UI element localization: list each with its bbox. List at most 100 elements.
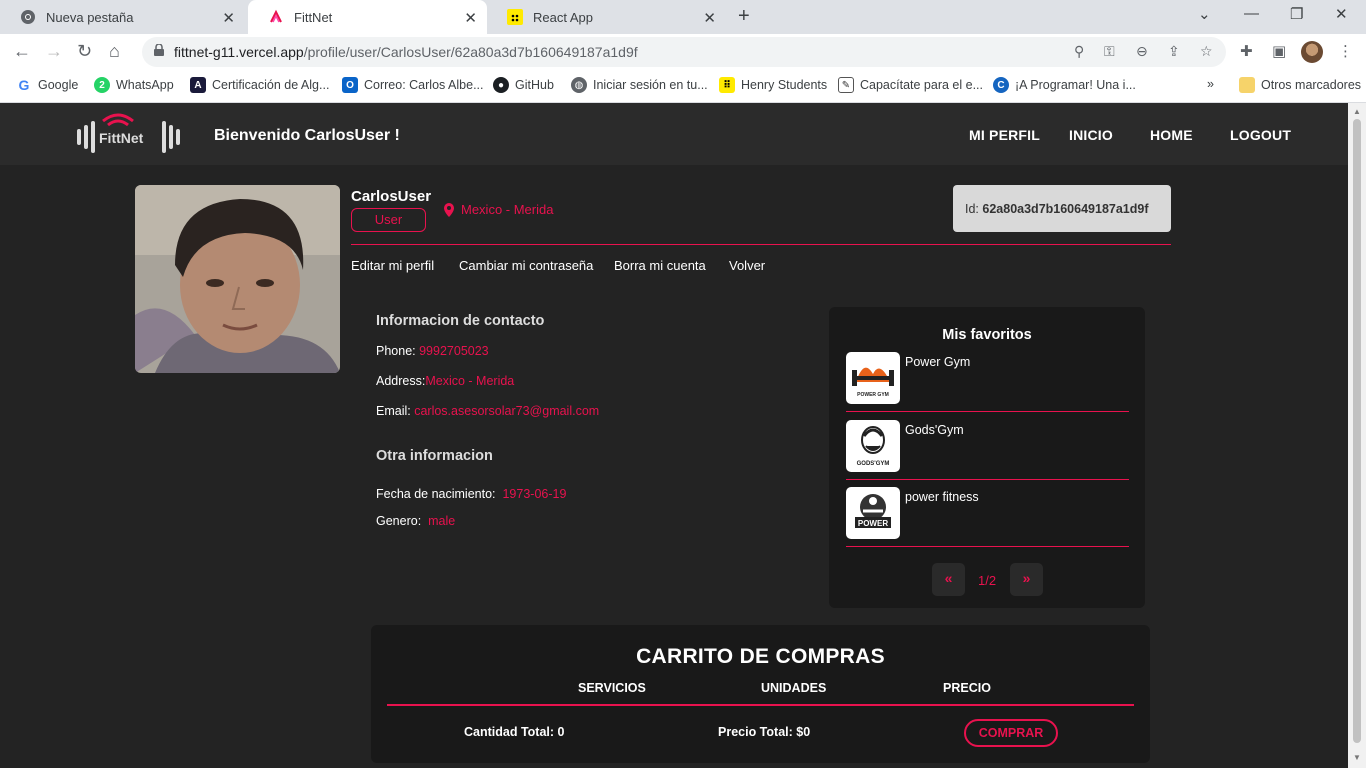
cart-col-precio: PRECIO: [943, 681, 991, 695]
favorite-item[interactable]: GODS'GYM Gods'Gym: [846, 420, 1129, 480]
c-icon: C: [993, 77, 1009, 93]
close-window-icon[interactable]: ✕: [1335, 5, 1348, 23]
gender-label: Genero:: [376, 514, 422, 528]
fittnet-logo[interactable]: FittNet: [75, 109, 185, 159]
globe-icon: ◍: [571, 77, 587, 93]
prev-page-button[interactable]: «: [932, 563, 965, 596]
gods-gym-logo: GODS'GYM: [846, 420, 900, 472]
url-path: /profile/user/CarlosUser/62a80a3d7b16064…: [303, 44, 638, 60]
favorite-name: power fitness: [905, 490, 979, 504]
cart-title: CARRITO DE COMPRAS: [636, 645, 885, 668]
power-fitness-logo: POWER: [846, 487, 900, 539]
favorite-item[interactable]: POWER GYM Power Gym: [846, 352, 1129, 412]
scroll-down-icon[interactable]: ▼: [1353, 753, 1361, 762]
favorites-panel: Mis favoritos POWER GYM Power Gym GODS'G…: [829, 307, 1145, 608]
address-value: Mexico - Merida: [425, 374, 515, 388]
phone-value: 9992705023: [419, 344, 489, 358]
reload-icon[interactable]: ↻: [77, 41, 92, 62]
minimize-icon[interactable]: —: [1244, 5, 1259, 22]
profile-photo: [135, 185, 340, 373]
back-icon[interactable]: ←: [13, 41, 31, 62]
bookmarks-bar: G Google 2 WhatsApp A Certificación de Alg.…: [0, 70, 1366, 103]
google-icon: G: [18, 77, 30, 93]
bookmark-github[interactable]: ● GitHub: [493, 77, 554, 93]
scrollbar-thumb[interactable]: [1353, 119, 1361, 743]
bookmark-correo[interactable]: O Correo: Carlos Albe...: [342, 77, 484, 93]
bookmark-a-programar[interactable]: C ¡A Programar! Una i...: [993, 77, 1136, 93]
profile-avatar-icon[interactable]: [1301, 41, 1323, 63]
bookmark-label: ¡A Programar! Una i...: [1015, 78, 1136, 92]
close-tab-icon[interactable]: ✕: [703, 9, 716, 27]
id-label: Id:: [965, 202, 979, 216]
bookmark-iniciar-sesion[interactable]: ◍ Iniciar sesión en tu...: [571, 77, 708, 93]
phone-row: Phone: 9992705023: [376, 344, 489, 358]
profile-location: Mexico - Merida: [444, 202, 553, 217]
email-label: Email:: [376, 404, 411, 418]
nav-logout[interactable]: LOGOUT: [1230, 127, 1291, 143]
address-label: Address:: [376, 374, 426, 388]
side-panel-icon[interactable]: ▣: [1272, 42, 1286, 60]
browser-toolbar: ← → ↻ ⌂ fittnet-g11.vercel.app/profile/u…: [0, 34, 1366, 70]
phone-label: Phone:: [376, 344, 416, 358]
edit-profile-link[interactable]: Editar mi perfil: [351, 258, 434, 273]
delete-account-link[interactable]: Borra mi cuenta: [614, 258, 706, 273]
url-text: fittnet-g11.vercel.app/profile/user/Carl…: [174, 44, 638, 60]
bookmark-label: Iniciar sesión en tu...: [593, 78, 708, 92]
scroll-up-icon[interactable]: ▲: [1353, 107, 1361, 116]
email-value: carlos.asesorsolar73@gmail.com: [414, 404, 600, 418]
fittnet-icon: [268, 9, 284, 25]
menu-icon[interactable]: ⋮: [1338, 42, 1353, 60]
star-icon[interactable]: ☆: [1200, 43, 1213, 60]
extensions-icon[interactable]: ✚: [1240, 42, 1253, 60]
bookmark-capacitate[interactable]: ✎ Capacítate para el e...: [838, 77, 983, 93]
home-icon[interactable]: ⌂: [109, 41, 120, 62]
shopping-cart: CARRITO DE COMPRAS SERVICIOS UNIDADES PR…: [371, 625, 1150, 763]
change-password-link[interactable]: Cambiar mi contraseña: [459, 258, 593, 273]
bookmark-label: Certificación de Alg...: [212, 78, 330, 92]
new-tab-icon[interactable]: +: [738, 5, 750, 28]
address-bar[interactable]: fittnet-g11.vercel.app/profile/user/Carl…: [142, 37, 1226, 67]
close-tab-icon[interactable]: ✕: [464, 9, 477, 27]
next-page-button[interactable]: »: [1010, 563, 1043, 596]
zoom-icon[interactable]: ⊖: [1136, 43, 1148, 60]
bookmark-google[interactable]: G Google: [16, 77, 79, 93]
url-host: fittnet-g11.vercel.app: [174, 44, 304, 60]
nav-home[interactable]: HOME: [1150, 127, 1193, 143]
close-tab-icon[interactable]: ✕: [222, 9, 235, 27]
buy-button[interactable]: COMPRAR: [964, 719, 1058, 747]
email-row: Email: carlos.asesorsolar73@gmail.com: [376, 404, 599, 418]
bookmark-otros[interactable]: Otros marcadores: [1239, 77, 1361, 93]
tab-nueva-pestana[interactable]: Nueva pestaña ✕: [0, 0, 245, 34]
forward-icon[interactable]: →: [45, 41, 63, 62]
bookmark-henry[interactable]: ⠿ Henry Students: [719, 77, 827, 93]
tab-search-icon[interactable]: ⌄: [1198, 5, 1211, 23]
nav-mi-perfil[interactable]: MI PERFIL: [969, 127, 1040, 143]
chrome-icon: [20, 9, 36, 25]
folder-icon: [1239, 77, 1255, 93]
logo-text: GODS'GYM: [857, 461, 890, 467]
site-navbar: FittNet Bienvenido CarlosUser ! MI PERFI…: [0, 103, 1348, 165]
cart-divider: [387, 704, 1134, 706]
key-icon[interactable]: ⚿: [1104, 43, 1115, 60]
cart-total-price: Precio Total: $0: [718, 725, 811, 739]
favorite-item[interactable]: POWER power fitness: [846, 487, 1129, 547]
back-link[interactable]: Volver: [729, 258, 765, 273]
other-info-title: Otra informacion: [376, 448, 493, 464]
maximize-icon[interactable]: ❐: [1290, 5, 1303, 23]
address-row: Address:Mexico - Merida: [376, 374, 514, 388]
page-scrollbar[interactable]: ▲ ▼: [1348, 103, 1366, 768]
location-icon[interactable]: ⚲: [1074, 43, 1084, 60]
edit-doc-icon: ✎: [838, 77, 854, 93]
logo-text: POWER GYM: [857, 392, 889, 398]
henry-icon: ⠿: [719, 77, 735, 93]
github-icon: ●: [493, 77, 509, 93]
algorithm-cert-icon: A: [190, 77, 206, 93]
nav-inicio[interactable]: INICIO: [1069, 127, 1113, 143]
bookmark-whatsapp[interactable]: 2 WhatsApp: [94, 77, 174, 93]
profile-username: CarlosUser: [351, 188, 432, 205]
tab-react-app[interactable]: React App ✕: [487, 0, 726, 34]
share-icon[interactable]: ⇪: [1168, 43, 1180, 60]
bookmark-certificacion[interactable]: A Certificación de Alg...: [190, 77, 329, 93]
tab-fittnet[interactable]: FittNet ✕: [248, 0, 487, 34]
more-bookmarks-icon[interactable]: »: [1207, 77, 1214, 91]
